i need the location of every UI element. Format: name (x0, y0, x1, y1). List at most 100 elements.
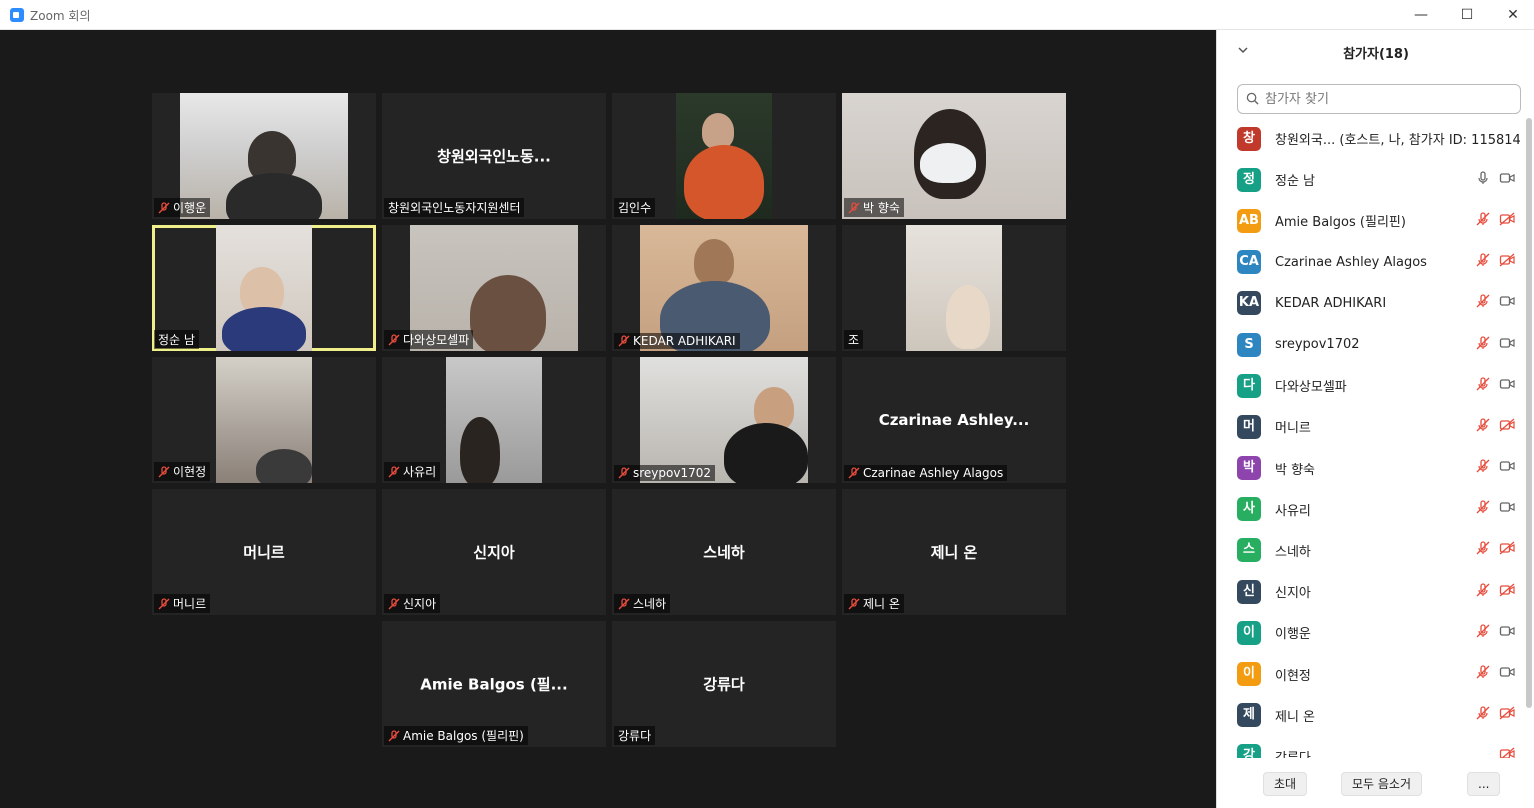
mic-muted-icon (618, 467, 630, 479)
video-tile[interactable]: 사유리 (382, 357, 606, 483)
video-tile[interactable]: sreypov1702 (612, 357, 836, 483)
video-tile[interactable]: 강류다 강류다 (612, 621, 836, 747)
tile-name: 정순 남 (158, 333, 195, 347)
microphone-muted-icon[interactable] (1475, 211, 1491, 231)
participant-row[interactable]: 다 다와상모셀파 (1217, 365, 1527, 406)
title-bar: Zoom 회의 — ☐ ✕ (0, 0, 1534, 30)
video-tile[interactable]: 이현정 (152, 357, 376, 483)
microphone-icon[interactable] (1475, 170, 1491, 190)
invite-button[interactable]: 초대 (1263, 772, 1308, 796)
tile-name: 김인수 (618, 201, 652, 215)
panel-footer: 초대 모두 음소거 ... (1217, 768, 1534, 808)
microphone-muted-icon[interactable] (1475, 664, 1491, 684)
participant-figure (684, 145, 764, 219)
participant-name: 박 향숙 (1275, 462, 1316, 478)
tile-name: 이현정 (173, 465, 207, 479)
video-tile[interactable]: 머니르 머니르 (152, 489, 376, 615)
video-tile[interactable]: KEDAR ADHIKARI (612, 225, 836, 351)
close-button[interactable]: ✕ (1490, 0, 1534, 30)
video-tile[interactable]: 조 (842, 225, 1066, 351)
mic-muted-icon (848, 597, 860, 610)
video-camera-off-icon[interactable] (1499, 582, 1515, 602)
scrollbar[interactable] (1526, 118, 1532, 758)
video-camera-off-icon[interactable] (1499, 746, 1515, 758)
microphone-muted-icon[interactable] (1475, 623, 1491, 643)
video-camera-off-icon[interactable] (1499, 705, 1515, 725)
participant-search[interactable] (1237, 84, 1521, 114)
microphone-muted-icon[interactable] (1475, 540, 1491, 560)
tile-center-name: 제니 온 (930, 543, 978, 562)
video-tile[interactable]: 김인수 (612, 93, 836, 219)
participant-row[interactable]: 창 창원외국... (호스트, 나, 참가자 ID: 115814) (1217, 118, 1527, 159)
participant-row[interactable]: 이 이현정 (1217, 653, 1527, 694)
microphone-muted-icon[interactable] (1475, 458, 1491, 478)
tile-center-name: 강류다 (703, 675, 745, 694)
minimize-button[interactable]: — (1398, 0, 1444, 30)
microphone-muted-icon[interactable] (1475, 417, 1491, 437)
search-input[interactable] (1263, 90, 1507, 108)
participant-row[interactable]: Ssreypov1702 (1217, 324, 1527, 365)
video-feed (906, 225, 1002, 351)
participant-row[interactable]: 강 강류다 (1217, 736, 1527, 758)
video-camera-icon[interactable] (1499, 623, 1515, 643)
microphone-muted-icon[interactable] (1475, 376, 1491, 396)
participant-row[interactable]: 정 정순 남 (1217, 159, 1527, 200)
video-tile[interactable]: 다와상모셀파 (382, 225, 606, 351)
participant-row[interactable]: CA Czarinae Ashley Alagos (1217, 242, 1527, 283)
microphone-muted-icon[interactable] (1475, 252, 1491, 272)
microphone-muted-icon[interactable] (1475, 335, 1491, 355)
participant-row[interactable]: 이 이행운 (1217, 612, 1527, 653)
video-camera-off-icon[interactable] (1499, 417, 1515, 437)
video-tile[interactable]: 박 향숙 (842, 93, 1066, 219)
microphone-muted-icon[interactable] (1475, 293, 1491, 313)
video-tile[interactable]: 스네하 스네하 (612, 489, 836, 615)
video-camera-off-icon[interactable] (1499, 211, 1515, 231)
participant-row[interactable]: 제 제니 온 (1217, 695, 1527, 736)
tile-name-label: 박 향숙 (844, 198, 904, 217)
video-camera-off-icon[interactable] (1499, 540, 1515, 560)
microphone-muted-icon[interactable] (1475, 499, 1491, 519)
participant-name: 이행운 (1275, 627, 1311, 643)
video-feed (676, 93, 772, 219)
maximize-button[interactable]: ☐ (1444, 0, 1490, 30)
avatar: 이 (1237, 662, 1261, 687)
video-tile[interactable]: 제니 온 제니 온 (842, 489, 1066, 615)
participant-name: Amie Balgos (필리핀) (1275, 215, 1406, 231)
tile-center-name: Czarinae Ashley... (878, 411, 1030, 429)
more-options-button[interactable]: ... (1467, 772, 1501, 796)
participant-status-icons (1475, 376, 1515, 396)
participant-row[interactable]: KA KEDAR ADHIKARI (1217, 283, 1527, 324)
video-tile[interactable]: Czarinae Ashley... Czarinae Ashley Alago… (842, 357, 1066, 483)
mute-all-button[interactable]: 모두 음소거 (1341, 772, 1423, 796)
microphone-muted-icon[interactable] (1475, 705, 1491, 725)
video-camera-icon[interactable] (1499, 458, 1515, 478)
video-tile-active-speaker[interactable]: 정순 남 (152, 225, 376, 351)
participant-figure (256, 449, 312, 483)
participant-row[interactable]: 머 머니르 (1217, 406, 1527, 447)
avatar: 신 (1237, 579, 1261, 604)
video-tile[interactable]: 이행운 (152, 93, 376, 219)
video-camera-icon[interactable] (1499, 335, 1515, 355)
video-camera-icon[interactable] (1499, 170, 1515, 190)
video-camera-icon[interactable] (1499, 664, 1515, 684)
participant-row[interactable]: 박 박 향숙 (1217, 448, 1527, 489)
participant-name: 정순 남 (1275, 174, 1316, 190)
video-camera-icon[interactable] (1499, 499, 1515, 519)
avatar: 창 (1237, 126, 1261, 151)
participant-row[interactable]: 신 신지아 (1217, 571, 1527, 612)
participant-row[interactable]: 스 스네하 (1217, 530, 1527, 571)
video-camera-icon[interactable] (1499, 376, 1515, 396)
tile-name: 신지아 (403, 597, 437, 611)
participant-row[interactable]: 사 사유리 (1217, 489, 1527, 530)
avatar: 사 (1237, 497, 1261, 522)
video-tile[interactable]: Amie Balgos (필... Amie Balgos (필리핀) (382, 621, 606, 747)
scrollbar-thumb[interactable] (1526, 118, 1532, 708)
tile-name-label: 김인수 (614, 198, 656, 217)
microphone-muted-icon[interactable] (1475, 582, 1491, 602)
participant-row[interactable]: AB Amie Balgos (필리핀) (1217, 200, 1527, 241)
video-camera-icon[interactable] (1499, 293, 1515, 313)
participant-figure (470, 275, 546, 351)
video-camera-off-icon[interactable] (1499, 252, 1515, 272)
video-tile[interactable]: 신지아 신지아 (382, 489, 606, 615)
video-tile[interactable]: 창원외국인노동... 창원외국인노동자지원센터 (382, 93, 606, 219)
